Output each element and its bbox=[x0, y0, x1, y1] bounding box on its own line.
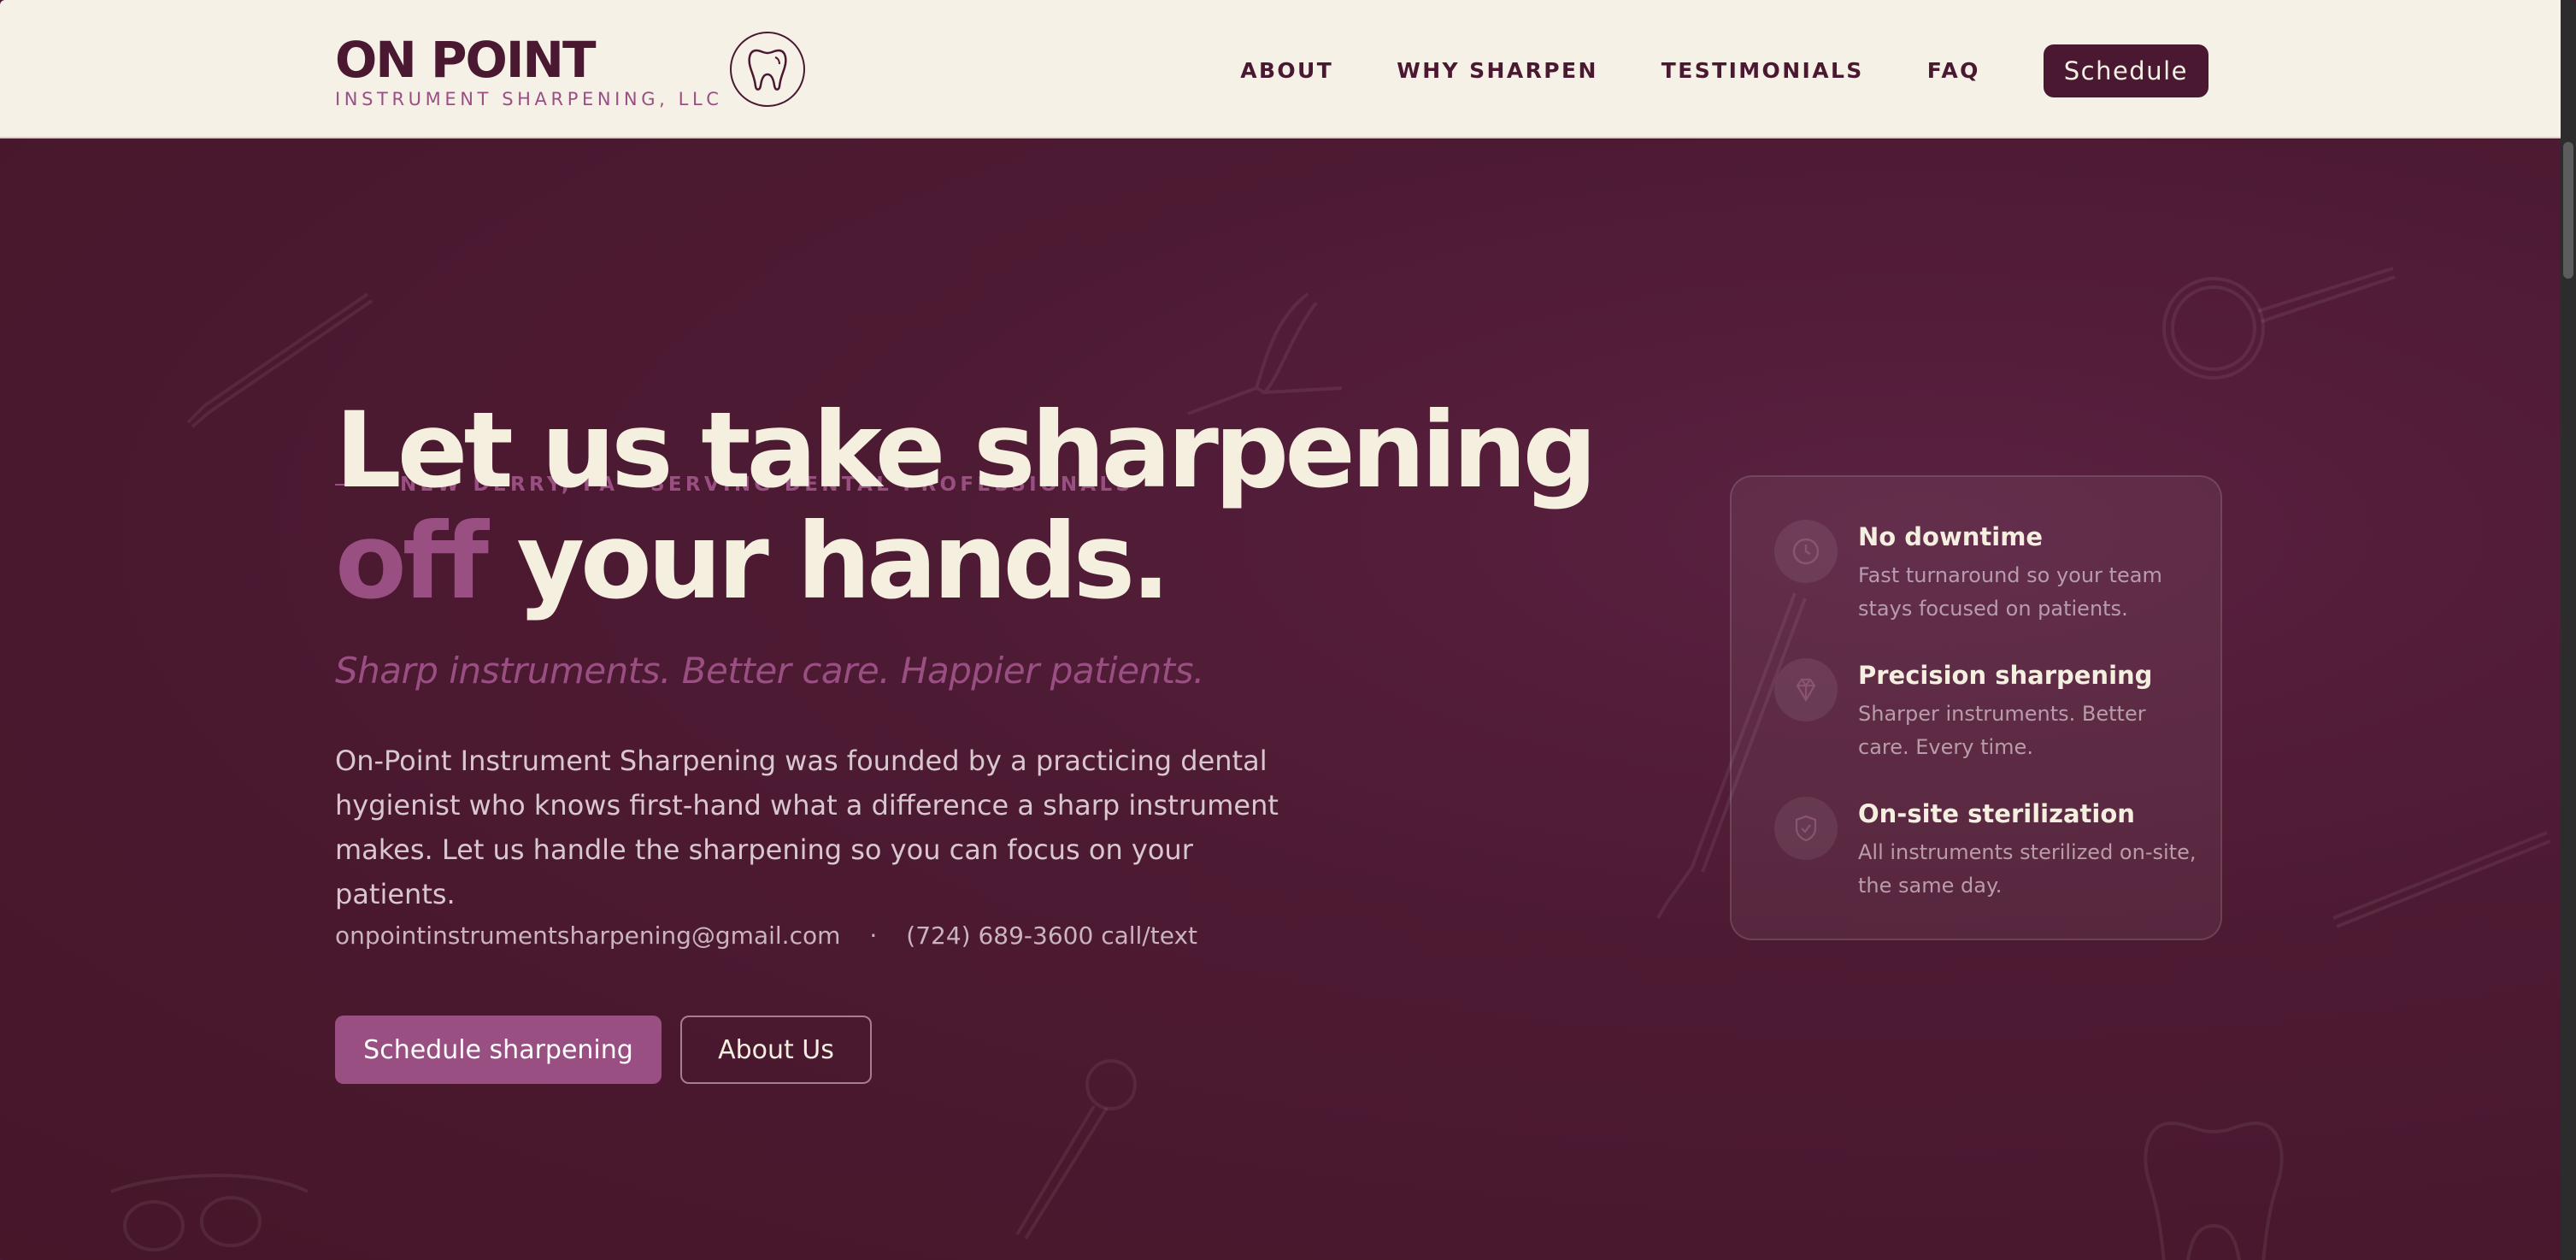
feature-description: All instruments sterilized on-site, the … bbox=[1858, 840, 2197, 898]
email-link[interactable]: onpointinstrumentsharpening@gmail.com bbox=[335, 921, 840, 950]
tooth-deco-icon bbox=[2144, 1121, 2284, 1260]
hero-tagline: Sharp instruments. Better care. Happier … bbox=[335, 650, 1204, 692]
features-card: No downtime Fast turnaround so your team… bbox=[1730, 475, 2222, 940]
diamond-icon bbox=[1774, 658, 1838, 721]
feature-precision-sharpening: Precision sharpening Sharper instruments… bbox=[1774, 658, 2200, 764]
feature-description: Sharper instruments. Better care. Every … bbox=[1858, 702, 2146, 759]
contact-info: onpointinstrumentsharpening@gmail.com · … bbox=[335, 921, 1197, 950]
nav-testimonials[interactable]: TESTIMONIALS bbox=[1661, 45, 1864, 97]
clock-icon bbox=[1774, 520, 1838, 583]
scissors-deco-icon bbox=[1015, 1059, 1137, 1240]
feature-description: Fast turnaround so your team stays focus… bbox=[1858, 563, 2162, 621]
nav-why-sharpen[interactable]: WHY SHARPEN bbox=[1397, 45, 1598, 97]
scrollbar[interactable] bbox=[2561, 0, 2576, 1260]
nav-faq[interactable]: FAQ bbox=[1927, 45, 1980, 97]
loupes-deco-icon bbox=[110, 1174, 309, 1251]
schedule-sharpening-button[interactable]: Schedule sharpening bbox=[335, 1016, 662, 1084]
headline-line-2: your hands. bbox=[484, 501, 1170, 622]
phone-link[interactable]: (724) 689-3600 call/text bbox=[906, 921, 1197, 950]
hero-description: On-Point Instrument Sharpening was found… bbox=[335, 745, 1279, 910]
brand-name: ON POINT bbox=[335, 31, 597, 89]
scrollbar-thumb[interactable] bbox=[2563, 142, 2573, 279]
site-header: ON POINT INSTRUMENT SHARPENING, LLC ABOU… bbox=[0, 0, 2561, 138]
headline-line-1: Let us take sharpening bbox=[335, 390, 1597, 511]
schedule-button[interactable]: Schedule bbox=[2043, 44, 2208, 97]
browser-window: ON POINT INSTRUMENT SHARPENING, LLC ABOU… bbox=[0, 0, 2576, 1260]
main-nav: ABOUT WHY SHARPEN TESTIMONIALS FAQ Sched… bbox=[1177, 44, 2208, 97]
about-us-button[interactable]: About Us bbox=[680, 1016, 872, 1084]
feature-title: No downtime bbox=[1858, 522, 2044, 551]
headline-accent: off bbox=[335, 501, 489, 622]
brand-subtitle: INSTRUMENT SHARPENING, LLC bbox=[335, 89, 723, 109]
tooth-logo-icon bbox=[730, 32, 805, 107]
feature-title: On-site sterilization bbox=[1858, 799, 2135, 828]
hero-section: NEW DERRY, PA · SERVING DENTAL PROFESSIO… bbox=[0, 140, 2561, 1260]
hero-headline: Let us take sharpening off your hands. bbox=[335, 395, 1597, 617]
feature-title: Precision sharpening bbox=[1858, 661, 2153, 690]
feature-on-site-sterilization: On-site sterilization All instruments st… bbox=[1774, 797, 2200, 903]
nav-about[interactable]: ABOUT bbox=[1240, 45, 1333, 97]
mirror-deco-icon bbox=[2162, 267, 2396, 380]
contact-separator: · bbox=[869, 921, 878, 950]
probe-deco-icon bbox=[2332, 831, 2551, 928]
brand[interactable]: ON POINT INSTRUMENT SHARPENING, LLC bbox=[335, 32, 723, 109]
shield-check-icon bbox=[1774, 797, 1838, 860]
feature-no-downtime: No downtime Fast turnaround so your team… bbox=[1774, 520, 2200, 626]
